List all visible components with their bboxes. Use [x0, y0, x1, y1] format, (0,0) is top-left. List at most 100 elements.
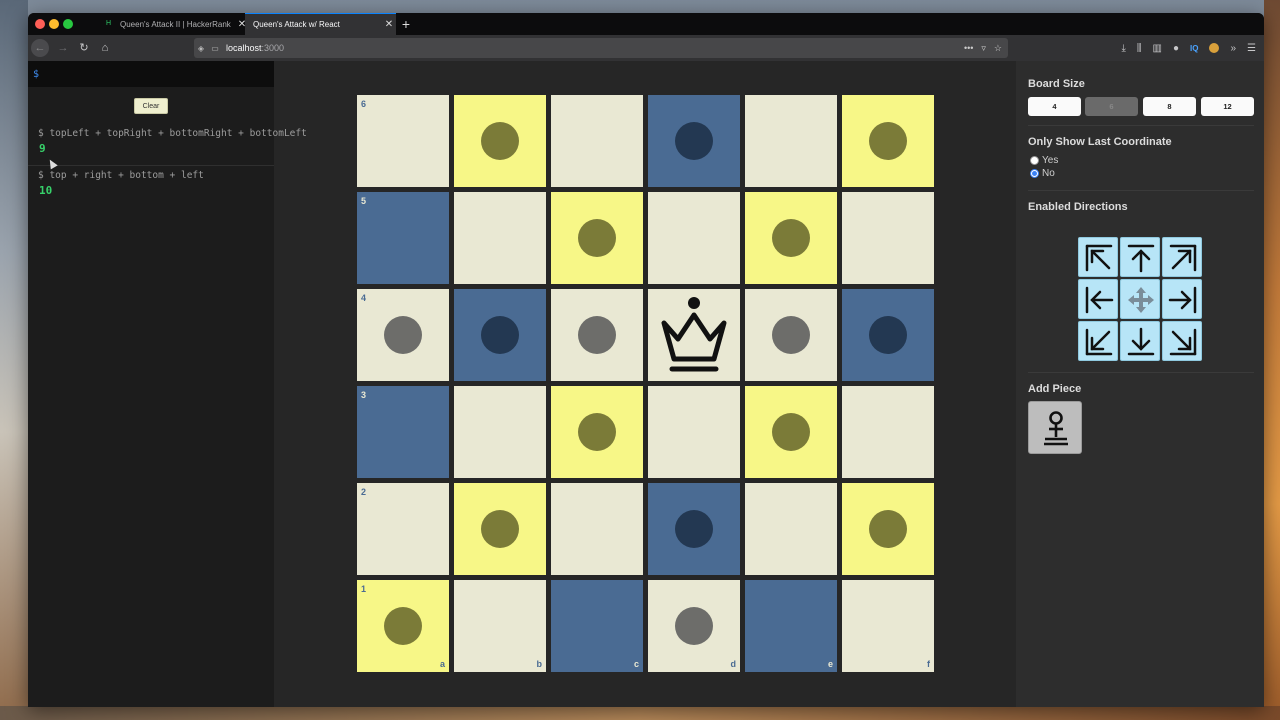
square-b4[interactable] — [454, 289, 546, 381]
direction-top-button[interactable] — [1120, 237, 1160, 277]
square-c3[interactable] — [551, 386, 643, 478]
square-a3[interactable]: 3 — [357, 386, 449, 478]
square-f3[interactable] — [842, 386, 934, 478]
sidebar-icon[interactable]: ▥ — [1153, 43, 1162, 54]
direction-top-right-button[interactable] — [1162, 237, 1202, 277]
attack-marker — [481, 510, 519, 548]
square-b6[interactable] — [454, 95, 546, 187]
tab-hackerrank[interactable]: H Queen's Attack II | HackerRank ✕ — [98, 13, 249, 35]
menu-icon[interactable]: ☰ — [1247, 43, 1256, 54]
square-e5[interactable] — [745, 192, 837, 284]
shield-icon[interactable]: ◈ — [194, 44, 208, 53]
square-e2[interactable] — [745, 483, 837, 575]
direction-left-button[interactable] — [1078, 279, 1118, 319]
square-d4[interactable] — [648, 289, 740, 381]
iq-extension-icon[interactable]: IQ — [1190, 44, 1198, 53]
direction-top-left-button[interactable] — [1078, 237, 1118, 277]
browser-window: H Queen's Attack II | HackerRank ✕ Queen… — [28, 13, 1264, 707]
board-size-4-button[interactable]: 4 — [1028, 97, 1081, 116]
pocket-icon[interactable]: ▿ — [981, 43, 986, 54]
square-c5[interactable] — [551, 192, 643, 284]
url-bar[interactable]: ◈ ▭ localhost:3000 ••• ▿ ☆ — [194, 38, 1008, 58]
page-actions-icon[interactable]: ••• — [964, 43, 973, 53]
rank-label: 4 — [361, 293, 367, 303]
attack-marker — [869, 510, 907, 548]
square-a2[interactable]: 2 — [357, 483, 449, 575]
square-c4[interactable] — [551, 289, 643, 381]
firefox-account-icon[interactable] — [1209, 43, 1220, 53]
direction-bottom-left-button[interactable] — [1078, 321, 1118, 361]
hackerrank-icon: H — [106, 20, 112, 27]
direction-bottom-right-button[interactable] — [1162, 321, 1202, 361]
board-size-8-button[interactable]: 8 — [1143, 97, 1196, 116]
attack-marker — [384, 316, 422, 354]
square-b2[interactable] — [454, 483, 546, 575]
square-a1[interactable]: 1a — [357, 580, 449, 672]
square-f5[interactable] — [842, 192, 934, 284]
divider — [1028, 372, 1254, 373]
square-e3[interactable] — [745, 386, 837, 478]
url-host: localhost — [226, 43, 262, 53]
square-f1[interactable]: f — [842, 580, 934, 672]
attack-marker — [675, 607, 713, 645]
square-c6[interactable] — [551, 95, 643, 187]
square-a4[interactable]: 4 — [357, 289, 449, 381]
square-b3[interactable] — [454, 386, 546, 478]
add-pawn-button[interactable] — [1028, 401, 1082, 454]
radio-no-control[interactable] — [1030, 169, 1039, 178]
reload-icon[interactable]: ↻ — [75, 39, 93, 57]
tab-queens-attack-react[interactable]: Queen's Attack w/ React ✕ — [245, 13, 396, 35]
square-d5[interactable] — [648, 192, 740, 284]
direction-all-button[interactable] — [1120, 279, 1160, 319]
radio-no[interactable]: No — [1030, 168, 1055, 179]
chess-board: 65 4 3 21abc def — [357, 95, 937, 675]
bookmark-star-icon[interactable]: ☆ — [994, 43, 1002, 54]
board-size-12-button[interactable]: 12 — [1201, 97, 1254, 116]
square-d2[interactable] — [648, 483, 740, 575]
rank-label: 3 — [361, 390, 367, 400]
arrow-right-icon — [1168, 286, 1197, 314]
square-a5[interactable]: 5 — [357, 192, 449, 284]
square-c2[interactable] — [551, 483, 643, 575]
console-input[interactable]: $ — [28, 61, 274, 87]
console-panel: $ Clear $ topLeft + topRight + bottomRig… — [28, 61, 307, 707]
close-window-button[interactable] — [35, 19, 45, 29]
square-d1[interactable]: d — [648, 580, 740, 672]
square-c1[interactable]: c — [551, 580, 643, 672]
direction-right-button[interactable] — [1162, 279, 1202, 319]
board-size-6-button[interactable]: 6 — [1085, 97, 1138, 116]
square-e4[interactable] — [745, 289, 837, 381]
minimize-window-button[interactable] — [49, 19, 59, 29]
file-label: d — [730, 659, 737, 669]
back-arrow-icon[interactable]: ← — [31, 39, 49, 57]
square-f6[interactable] — [842, 95, 934, 187]
square-d3[interactable] — [648, 386, 740, 478]
zoom-window-button[interactable] — [63, 19, 73, 29]
forward-arrow-icon[interactable]: → — [54, 39, 72, 57]
page-info-icon[interactable]: ▭ — [208, 44, 222, 53]
new-tab-icon[interactable]: + — [398, 15, 414, 33]
divider — [1028, 125, 1254, 126]
radio-yes-control[interactable] — [1030, 156, 1039, 165]
square-f4[interactable] — [842, 289, 934, 381]
square-d6[interactable] — [648, 95, 740, 187]
home-icon[interactable]: ⌂ — [96, 39, 114, 57]
arrow-down-right-icon — [1169, 328, 1197, 356]
square-e6[interactable] — [745, 95, 837, 187]
square-a6[interactable]: 6 — [357, 95, 449, 187]
square-e1[interactable]: e — [745, 580, 837, 672]
square-b5[interactable] — [454, 192, 546, 284]
radio-yes[interactable]: Yes — [1030, 155, 1058, 166]
overflow-chevrons-icon[interactable]: » — [1230, 43, 1236, 54]
square-b1[interactable]: b — [454, 580, 546, 672]
direction-bottom-button[interactable] — [1120, 321, 1160, 361]
queen-icon[interactable] — [652, 293, 736, 377]
tab-close-icon[interactable]: ✕ — [382, 19, 396, 30]
pawn-icon — [1044, 411, 1068, 446]
board-size-title: Board Size — [1028, 78, 1085, 90]
clear-button[interactable]: Clear — [134, 98, 168, 114]
extension-icon[interactable]: ● — [1173, 43, 1179, 54]
download-icon[interactable]: ⤓ — [1121, 43, 1125, 54]
library-icon[interactable]: ⫼ — [1137, 43, 1142, 54]
square-f2[interactable] — [842, 483, 934, 575]
